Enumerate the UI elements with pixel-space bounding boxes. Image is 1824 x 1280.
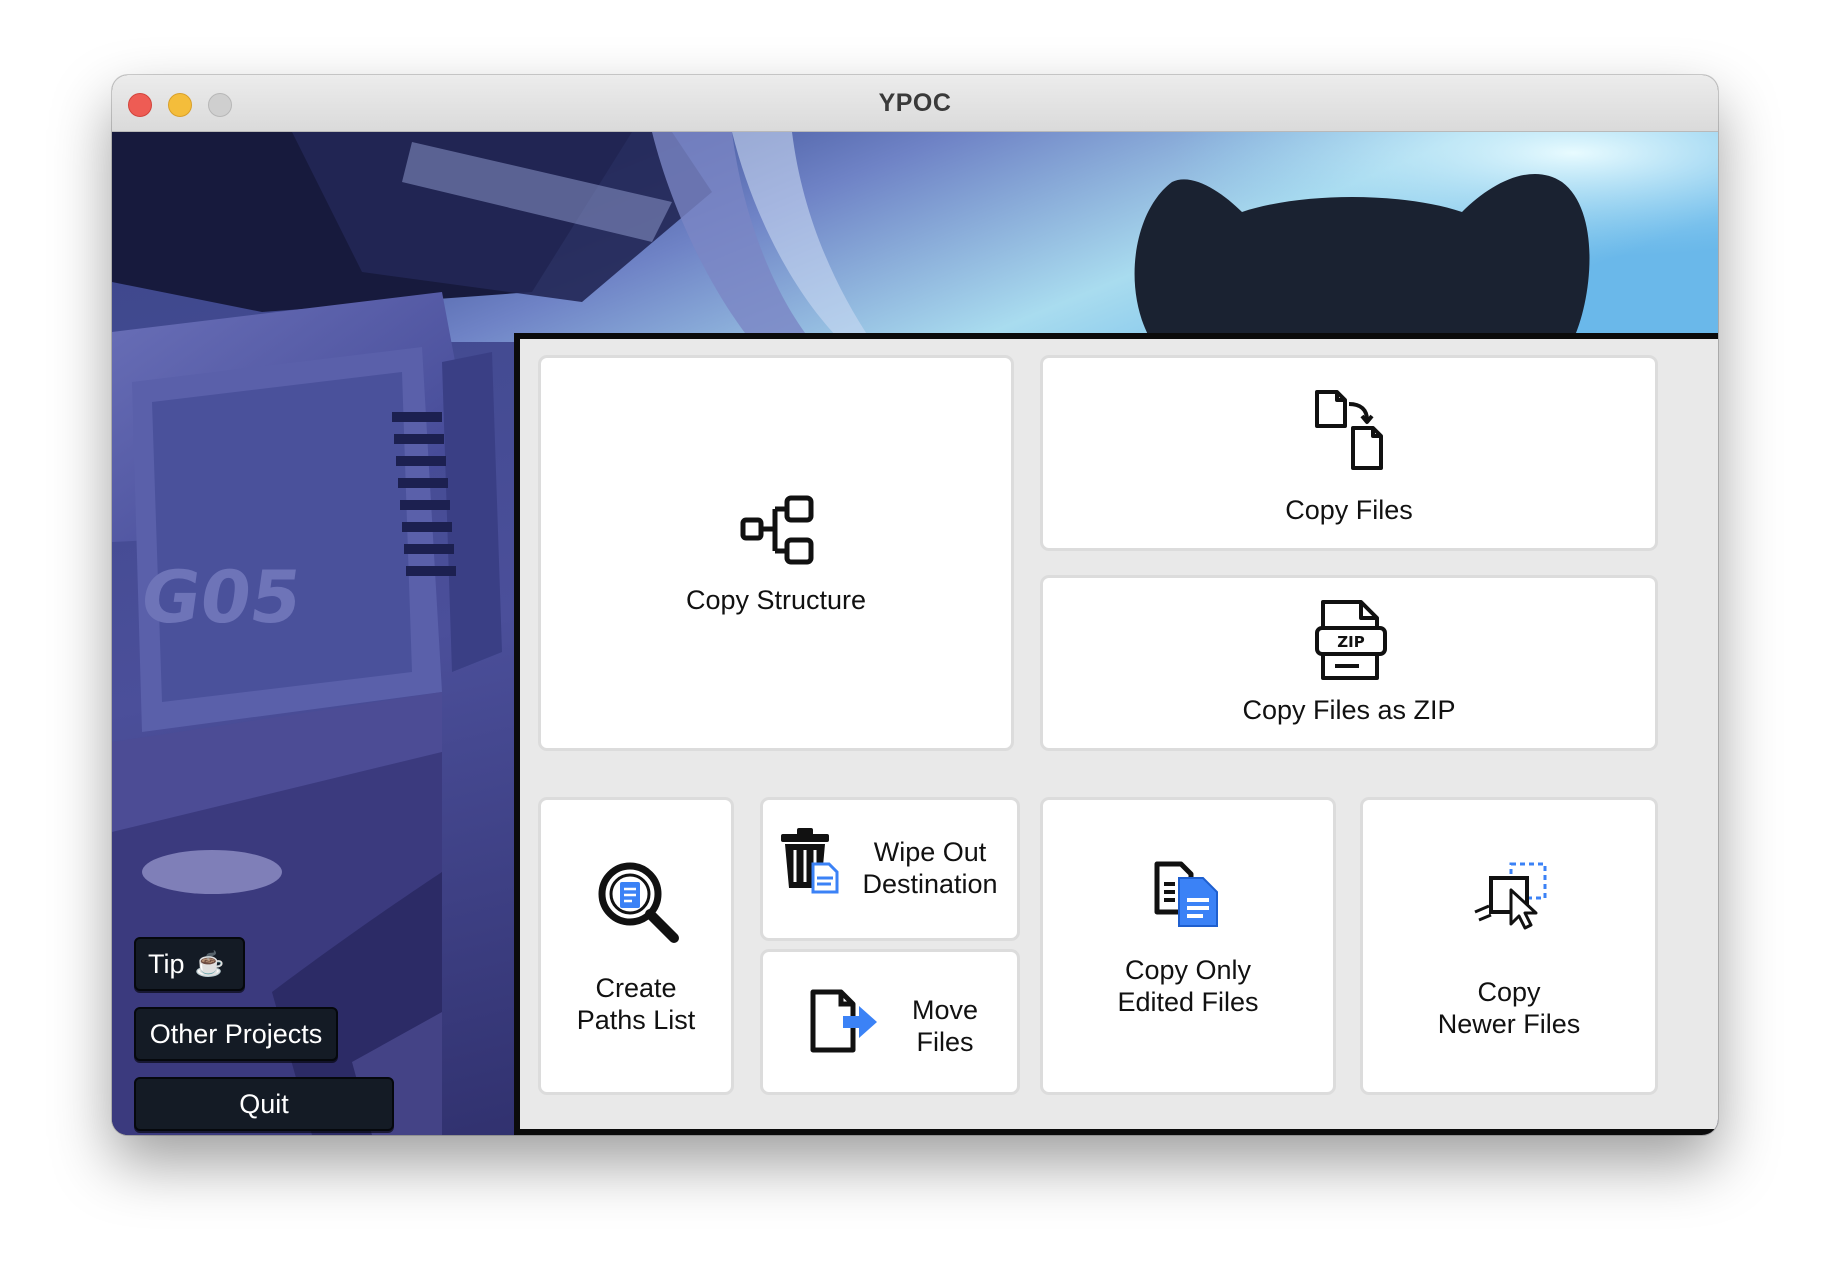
magnifier-document-icon bbox=[598, 862, 679, 943]
copy-files-as-zip-label: Copy Files as ZIP bbox=[1242, 695, 1456, 725]
copy-structure-button[interactable]: Copy Structure bbox=[538, 355, 1014, 751]
create-paths-list-label-line1: Create bbox=[595, 973, 677, 1003]
structure-tree-icon bbox=[740, 495, 814, 565]
actions-panel: Copy Structure Copy Files ZIP Copy Files… bbox=[514, 333, 1718, 1135]
move-files-label-line2: Files bbox=[916, 1027, 974, 1057]
edited-files-icon bbox=[1154, 861, 1218, 927]
wipe-out-destination-label-line1: Wipe Out bbox=[873, 837, 987, 867]
zip-file-icon: ZIP bbox=[1315, 600, 1387, 680]
copy-files-button[interactable]: Copy Files bbox=[1040, 355, 1658, 551]
quit-button[interactable]: Quit bbox=[134, 1077, 394, 1131]
copy-newer-files-label-line2: Newer Files bbox=[1437, 1009, 1581, 1039]
copy-files-as-zip-button[interactable]: ZIP Copy Files as ZIP bbox=[1040, 575, 1658, 751]
move-file-arrow-icon bbox=[810, 989, 877, 1053]
copy-only-edited-files-label-line2: Edited Files bbox=[1117, 987, 1259, 1017]
copy-files-icon bbox=[1315, 390, 1383, 470]
svg-text:G05: G05 bbox=[136, 556, 307, 640]
trash-document-icon bbox=[781, 828, 839, 894]
wipe-out-destination-label-line2: Destination bbox=[862, 869, 998, 899]
coffee-cup-icon: ☕ bbox=[194, 950, 225, 978]
tip-label: Tip bbox=[148, 948, 185, 979]
move-files-label-line1: Move bbox=[911, 995, 979, 1025]
copy-newer-files-label-line1: Copy bbox=[1477, 977, 1541, 1007]
other-projects-button[interactable]: Other Projects bbox=[134, 1007, 338, 1061]
copy-structure-label: Copy Structure bbox=[685, 585, 867, 615]
create-paths-list-label-line2: Paths List bbox=[576, 1005, 696, 1035]
wipe-out-destination-button[interactable]: Wipe Out Destination bbox=[760, 797, 1020, 941]
zip-icon-text: ZIP bbox=[1337, 633, 1364, 651]
copy-files-label: Copy Files bbox=[1285, 495, 1413, 525]
move-files-button[interactable]: Move Files bbox=[760, 949, 1020, 1095]
newer-files-cursor-icon bbox=[1474, 862, 1547, 930]
tip-button[interactable]: Tip ☕ bbox=[134, 937, 245, 991]
window-title: YPOC bbox=[878, 89, 952, 117]
create-paths-list-button[interactable]: Create Paths List bbox=[538, 797, 734, 1095]
copy-only-edited-files-label-line1: Copy Only bbox=[1124, 955, 1252, 985]
copy-only-edited-files-button[interactable]: Copy Only Edited Files bbox=[1040, 797, 1336, 1095]
title-bar[interactable]: YPOC bbox=[112, 75, 1718, 132]
copy-newer-files-button[interactable]: Copy Newer Files bbox=[1360, 797, 1658, 1095]
app-window: YPOC G05 Tip ☕ Other Projects Quit Copy … bbox=[112, 75, 1718, 1135]
